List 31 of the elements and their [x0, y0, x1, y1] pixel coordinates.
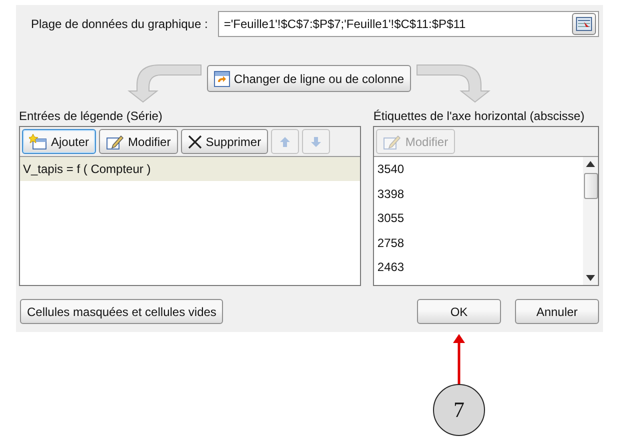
switch-row-column-button[interactable]: Changer de ligne ou de colonne	[206, 65, 412, 92]
close-icon	[188, 134, 202, 148]
down-arrow-icon	[310, 136, 322, 148]
delete-button[interactable]: Supprimer	[180, 129, 268, 154]
step-number-callout: 7	[433, 384, 485, 436]
scrollbar[interactable]	[583, 157, 598, 285]
add-button[interactable]: Ajouter	[22, 129, 96, 154]
pencil-icon	[106, 134, 124, 150]
axis-label-item: 3398	[376, 186, 406, 202]
hidden-cells-button[interactable]: Cellules masquées et cellules vides	[20, 299, 224, 324]
pencil-icon	[383, 134, 402, 150]
axis-panel-title: Étiquettes de l'axe horizontal (abscisse)	[373, 109, 586, 123]
ok-button[interactable]: OK	[417, 299, 501, 324]
collapse-dialog-button[interactable]	[572, 13, 596, 35]
table-swap-icon	[214, 70, 230, 86]
scroll-down-icon[interactable]	[586, 275, 595, 281]
axis-label-item: 2758	[376, 234, 406, 252]
scroll-thumb[interactable]	[584, 173, 598, 199]
data-range-label: Plage de données du graphique :	[31, 17, 208, 31]
axis-label-item: 3540	[376, 161, 406, 178]
add-icon	[29, 134, 47, 150]
cancel-button[interactable]: Annuler	[515, 299, 599, 324]
series-panel-title: Entrées de légende (Série)	[19, 109, 164, 123]
pointer-arrow	[453, 334, 465, 384]
scroll-up-icon[interactable]	[586, 161, 595, 167]
data-range-field[interactable]: ='Feuille1'!$C$7:$P$7;'Feuille1'!$C$11:$P$11	[218, 11, 599, 37]
axis-label-item: 2463	[376, 259, 406, 276]
series-item[interactable]: V_tapis = f ( Compteur )	[20, 157, 360, 181]
edit-button[interactable]: Modifier	[99, 129, 178, 154]
up-arrow-icon	[279, 136, 292, 148]
axis-label-item: 3055	[376, 210, 406, 227]
